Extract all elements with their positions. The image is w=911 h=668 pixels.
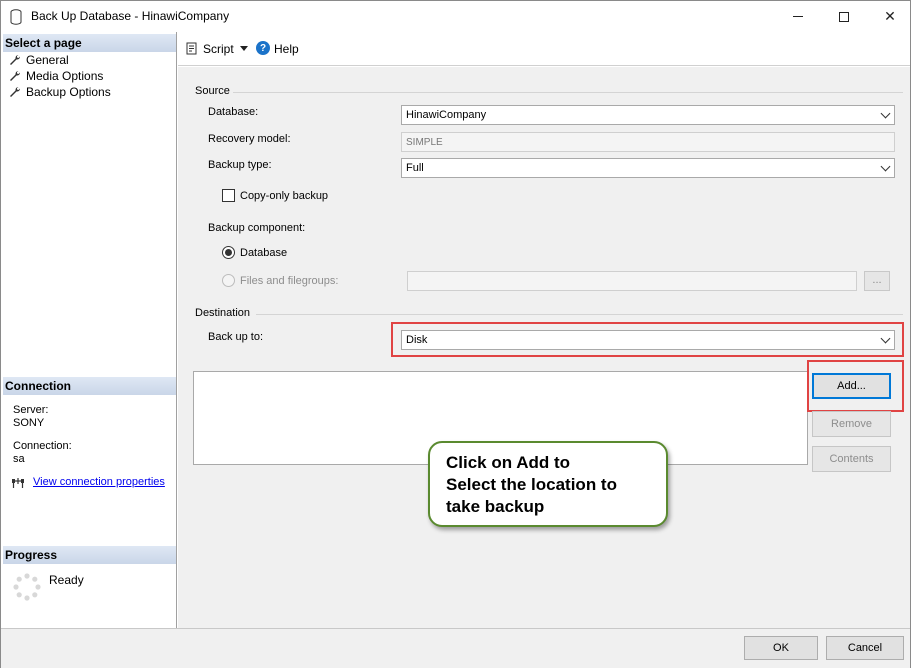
page-item-label: General <box>26 53 69 67</box>
backup-type-select[interactable]: Full <box>401 158 895 178</box>
database-select[interactable]: HinawiCompany <box>401 105 895 125</box>
left-pane: Select a page General Media Options Back… <box>1 32 177 628</box>
maximize-button[interactable] <box>821 1 867 32</box>
script-icon <box>186 42 197 55</box>
server-label: Server: <box>13 404 49 416</box>
wrench-icon <box>10 70 21 81</box>
database-label: Database: <box>208 106 259 118</box>
instruction-callout: Click on Add to Select the location to t… <box>428 441 668 527</box>
source-group-title: Source <box>195 85 230 97</box>
cancel-button[interactable]: Cancel <box>826 636 904 660</box>
chevron-down-icon <box>880 161 891 172</box>
connection-properties-icon <box>12 478 24 488</box>
source-group-divider <box>233 92 903 93</box>
component-database-label[interactable]: Database <box>240 247 287 259</box>
add-button-highlight <box>807 360 904 412</box>
help-button[interactable]: Help <box>274 42 299 56</box>
ok-button[interactable]: OK <box>744 636 818 660</box>
page-item-backup-options[interactable]: Backup Options <box>9 84 111 100</box>
select-page-header: Select a page <box>3 34 176 52</box>
connection-header: Connection <box>3 377 176 395</box>
backup-to-label: Back up to: <box>208 331 264 343</box>
close-icon: ✕ <box>884 8 896 24</box>
callout-line-3: take backup <box>446 497 545 516</box>
backup-to-highlight <box>391 322 904 357</box>
title-bar: Back Up Database - HinawiCompany ✕ <box>1 1 910 32</box>
copy-only-label[interactable]: Copy-only backup <box>240 190 328 202</box>
progress-spinner-icon <box>13 573 41 601</box>
page-item-general[interactable]: General <box>9 52 69 68</box>
filegroups-field <box>407 271 857 291</box>
progress-status: Ready <box>49 573 84 587</box>
backup-type-label: Backup type: <box>208 159 272 171</box>
script-button[interactable]: Script <box>203 42 234 56</box>
contents-button[interactable]: Contents <box>812 446 891 472</box>
minimize-icon <box>793 16 803 17</box>
recovery-model-field: SIMPLE <box>401 132 895 152</box>
remove-button[interactable]: Remove <box>812 411 891 437</box>
component-database-radio[interactable] <box>222 246 235 259</box>
window-title: Back Up Database - HinawiCompany <box>31 9 230 23</box>
callout-line-2: Select the location to <box>446 475 617 494</box>
connection-label: Connection: <box>13 440 72 452</box>
component-files-radio[interactable] <box>222 274 235 287</box>
backup-database-dialog: Back Up Database - HinawiCompany ✕ Selec… <box>0 0 911 668</box>
database-icon <box>10 9 22 25</box>
wrench-icon <box>10 54 21 65</box>
page-item-label: Backup Options <box>26 85 111 99</box>
backup-component-label: Backup component: <box>208 222 306 234</box>
close-button[interactable]: ✕ <box>867 1 911 32</box>
callout-line-1: Click on Add to <box>446 453 571 472</box>
script-dropdown-icon[interactable] <box>240 46 248 51</box>
progress-header: Progress <box>3 546 176 564</box>
backup-type-value: Full <box>406 162 424 174</box>
chevron-down-icon <box>880 108 891 119</box>
filegroups-browse-button[interactable]: ... <box>864 271 890 291</box>
connection-value: sa <box>13 453 25 465</box>
server-value: SONY <box>13 417 45 429</box>
recovery-model-label: Recovery model: <box>208 133 291 145</box>
maximize-icon <box>839 11 849 22</box>
help-icon[interactable]: ? <box>256 41 270 55</box>
component-files-label[interactable]: Files and filegroups: <box>240 275 338 287</box>
destination-group-title: Destination <box>195 307 251 319</box>
copy-only-checkbox[interactable] <box>222 189 235 202</box>
minimize-button[interactable] <box>775 1 821 32</box>
destination-group-divider <box>256 314 903 315</box>
page-item-label: Media Options <box>26 69 104 83</box>
view-connection-properties-link[interactable]: View connection properties <box>33 476 165 488</box>
wrench-icon <box>10 86 21 97</box>
page-item-media-options[interactable]: Media Options <box>9 68 103 84</box>
database-select-value: HinawiCompany <box>406 109 487 121</box>
